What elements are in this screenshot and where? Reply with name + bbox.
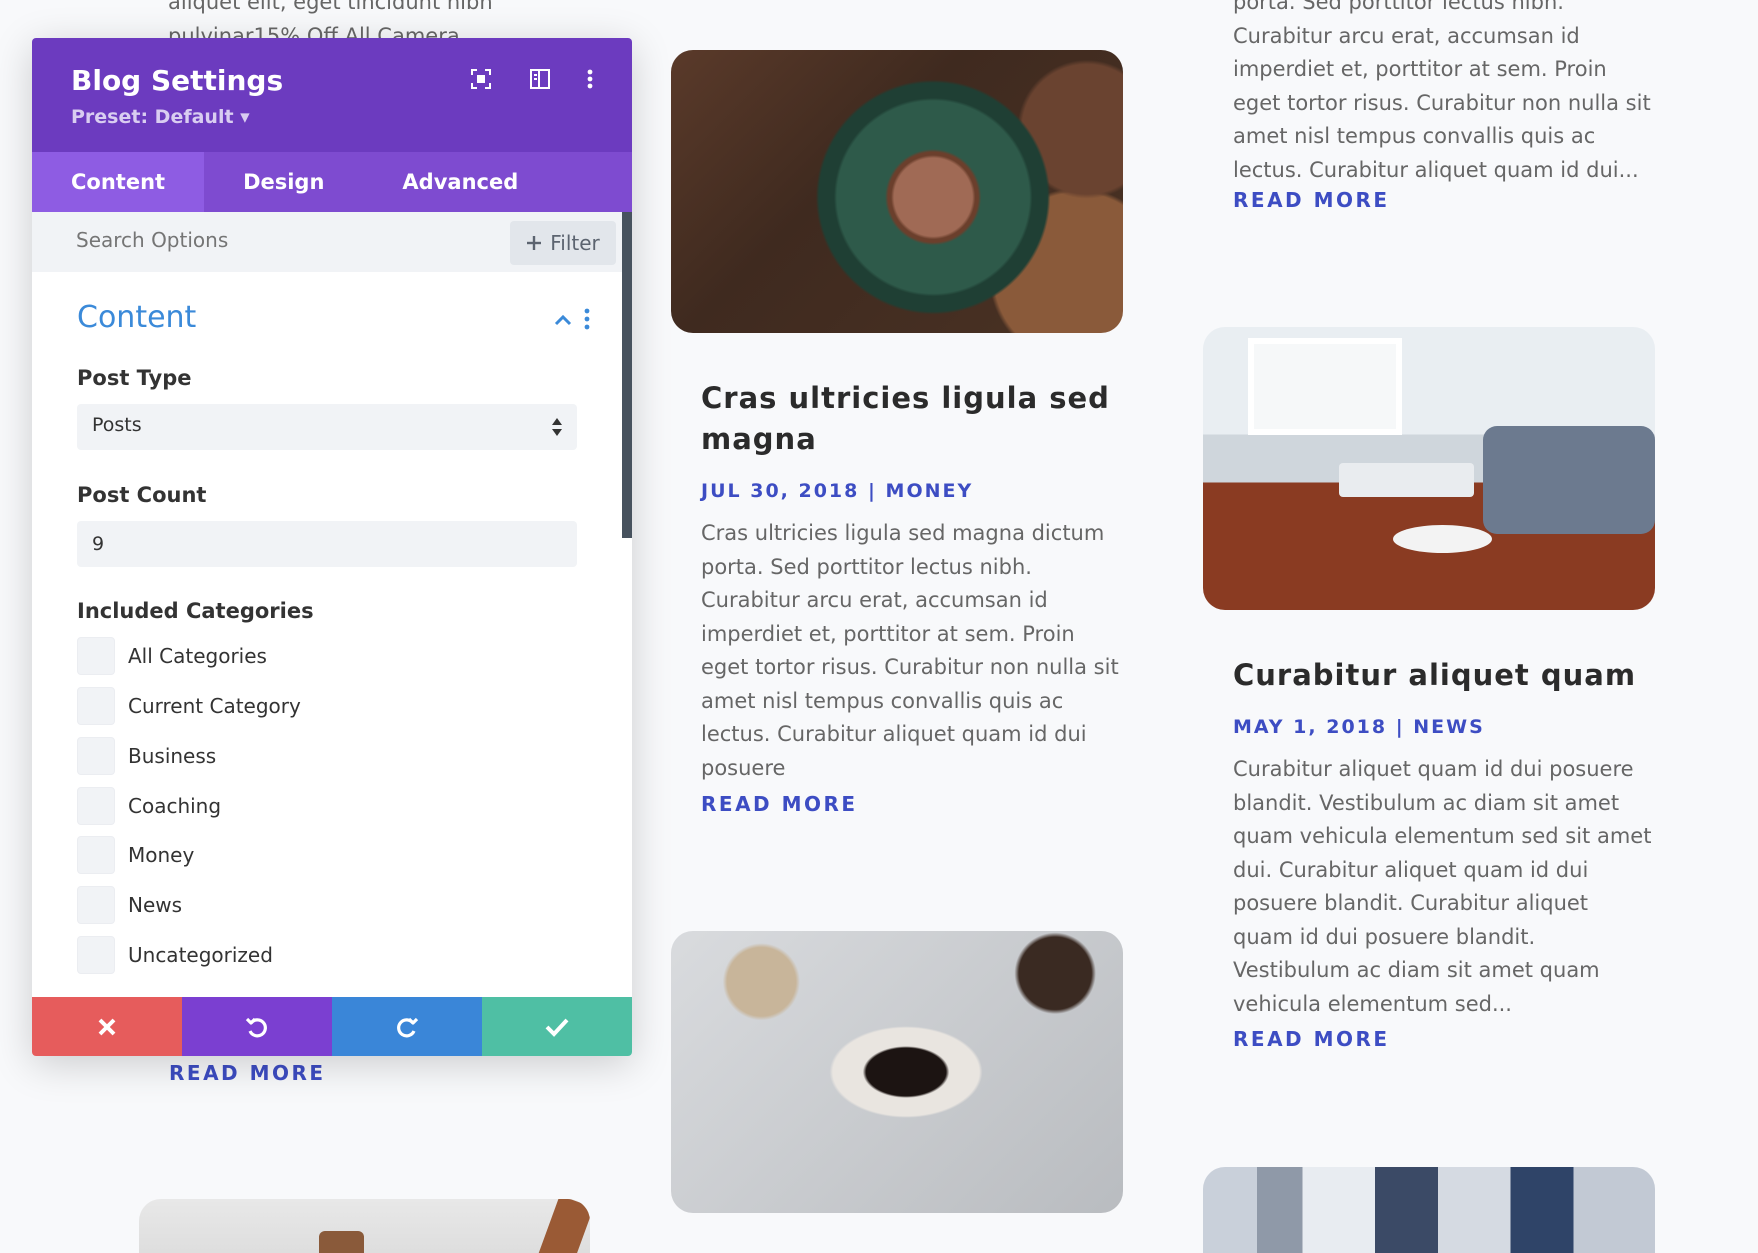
post-meta: JUL 30, 2018 | MONEY <box>701 480 974 502</box>
search-input[interactable] <box>76 228 456 252</box>
blog-settings-panel: Blog Settings Preset: Default ▾ Content … <box>32 38 632 1056</box>
filter-label: Filter <box>550 231 600 255</box>
category-label: Current Category <box>128 694 301 718</box>
checkbox[interactable] <box>77 637 115 675</box>
post-image[interactable] <box>1203 327 1655 610</box>
tab-content[interactable]: Content <box>32 152 205 212</box>
category-option[interactable]: Money <box>77 836 194 874</box>
post-count-label: Post Count <box>77 483 207 507</box>
save-button[interactable] <box>482 997 632 1056</box>
tab-advanced[interactable]: Advanced <box>363 152 557 212</box>
section-title[interactable]: Content <box>77 300 196 335</box>
panel-header: Blog Settings Preset: Default ▾ <box>32 38 632 152</box>
checkbox[interactable] <box>77 936 115 974</box>
tab-design[interactable]: Design <box>204 152 363 212</box>
read-more-link[interactable]: READ MORE <box>1233 1027 1390 1051</box>
checkbox[interactable] <box>77 687 115 725</box>
post-image[interactable] <box>1203 1167 1655 1253</box>
included-categories-label: Included Categories <box>77 599 314 623</box>
panel-footer <box>32 997 632 1056</box>
select-arrows-icon <box>552 418 562 436</box>
category-label: Money <box>128 843 195 867</box>
post-count-input[interactable] <box>77 521 577 567</box>
read-more-link[interactable]: READ MORE <box>169 1061 326 1085</box>
checkbox[interactable] <box>77 886 115 924</box>
check-icon <box>545 1018 569 1037</box>
redo-icon <box>397 1017 419 1037</box>
category-label: Business <box>128 744 217 768</box>
chevron-up-icon[interactable] <box>551 308 575 332</box>
post-title[interactable]: Cras ultricies ligula sed magna <box>701 378 1121 460</box>
post-excerpt: porta. Sed porttitor lectus nibh. Curabi… <box>1233 0 1651 182</box>
more-vertical-icon[interactable] <box>575 64 605 94</box>
post-type-select[interactable]: Posts <box>77 404 577 450</box>
category-option[interactable]: Business <box>77 737 216 775</box>
panel-title: Blog Settings <box>71 64 284 97</box>
discard-button[interactable] <box>32 997 182 1056</box>
category-option[interactable]: All Categories <box>77 637 267 675</box>
close-icon <box>98 1018 116 1035</box>
category-option[interactable]: Coaching <box>77 787 221 825</box>
category-label: Uncategorized <box>128 943 273 967</box>
post-image[interactable] <box>671 50 1123 333</box>
category-option[interactable]: Current Category <box>77 687 301 725</box>
scrollbar[interactable] <box>622 212 632 538</box>
post-excerpt: Curabitur aliquet quam id dui posuere bl… <box>1233 757 1652 1016</box>
read-more-link[interactable]: READ MORE <box>1233 188 1390 212</box>
plus-icon <box>527 236 542 250</box>
focus-icon[interactable] <box>466 64 496 94</box>
post-title[interactable]: Curabitur aliquet quam <box>1233 655 1653 696</box>
category-label: News <box>128 893 183 917</box>
filter-button[interactable]: Filter <box>510 221 616 265</box>
tab-bar: Content Design Advanced <box>32 152 632 212</box>
checkbox[interactable] <box>77 787 115 825</box>
checkbox[interactable] <box>77 836 115 874</box>
undo-button[interactable] <box>182 997 332 1056</box>
search-bar: Filter <box>32 212 632 272</box>
post-image[interactable] <box>671 931 1123 1213</box>
category-label: Coaching <box>128 794 222 818</box>
category-label: All Categories <box>128 644 267 668</box>
post-image[interactable] <box>139 1199 590 1253</box>
post-type-value: Posts <box>92 414 142 436</box>
post-excerpt: Cras ultricies ligula sed magna dictum p… <box>701 521 1119 780</box>
more-vertical-icon[interactable] <box>583 306 599 334</box>
category-option[interactable]: News <box>77 886 182 924</box>
read-more-link[interactable]: READ MORE <box>701 792 858 816</box>
preset-dropdown[interactable]: Preset: Default ▾ <box>71 106 250 128</box>
post-meta: MAY 1, 2018 | NEWS <box>1233 716 1485 738</box>
checkbox[interactable] <box>77 737 115 775</box>
post-type-label: Post Type <box>77 366 192 390</box>
undo-icon <box>245 1017 267 1037</box>
split-view-icon[interactable] <box>525 64 555 94</box>
category-option[interactable]: Uncategorized <box>77 936 273 974</box>
redo-button[interactable] <box>332 997 482 1056</box>
